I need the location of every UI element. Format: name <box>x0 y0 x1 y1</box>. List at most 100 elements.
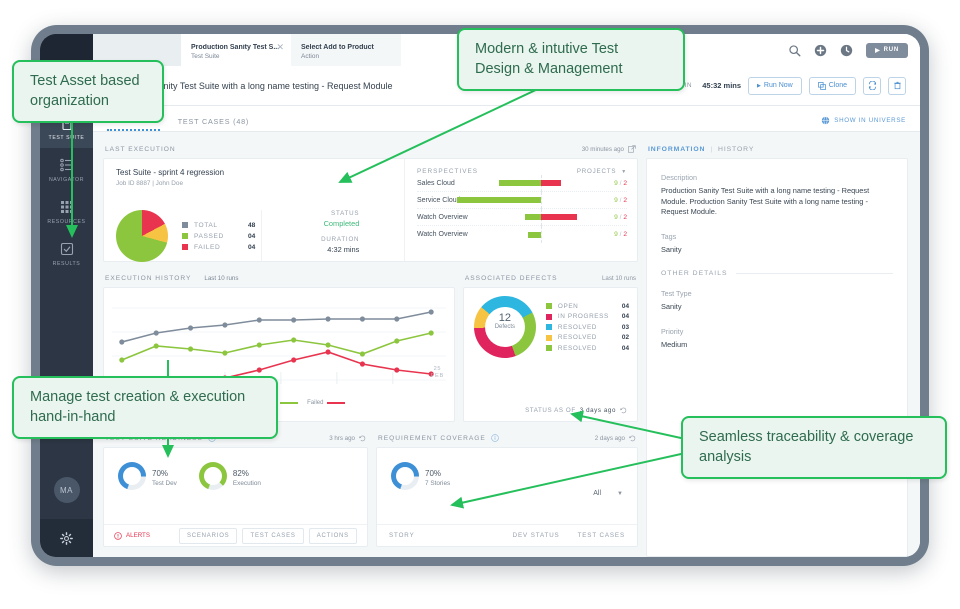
last-execution-updated: 30 minutes ago <box>582 145 636 153</box>
perspective-row[interactable]: Watch Overview 9 / 2 <box>417 208 627 226</box>
legend-label: FAILED <box>194 243 221 251</box>
sidebar-label-results: RESULTS <box>52 261 81 267</box>
close-icon[interactable]: ✕ <box>276 43 284 52</box>
perspective-bars <box>483 174 599 192</box>
show-in-universe-link[interactable]: SHOW IN UNIVERSE <box>821 116 906 125</box>
coverage-card: 70% 7 Stories All ▼ STORY DEV STATUS TES… <box>376 447 638 547</box>
readiness-chips: SCENARIOS TEST CASES ACTIONS <box>178 527 357 544</box>
navigator-icon <box>59 158 73 172</box>
readiness-updated-value: 3 hrs ago <box>329 434 355 442</box>
perspective-row[interactable]: Sales Cloud 9 / 2 <box>417 174 627 192</box>
add-icon[interactable] <box>814 44 827 57</box>
refresh-icon[interactable] <box>620 407 627 414</box>
legend-value: 02 <box>621 334 629 341</box>
execution-history-header: EXECUTION HISTORY Last 10 runs <box>103 269 455 287</box>
gauge-text: 70% 7 Stories <box>425 465 450 488</box>
legend-value: 04 <box>248 232 256 240</box>
gauge-unit: % <box>433 469 442 478</box>
gauge-number: 70 <box>425 469 434 478</box>
sync-button[interactable] <box>863 76 881 95</box>
sidebar-item-resources[interactable]: RESOURCES <box>40 190 93 232</box>
perspective-row[interactable]: Service Cloud 9 / 2 <box>417 191 627 209</box>
perspective-bars <box>483 226 599 243</box>
tags-label: Tags <box>661 232 677 242</box>
avatar[interactable]: MA <box>53 477 80 503</box>
x-tick-day: 25 <box>433 366 442 372</box>
tab-select-add-to-product[interactable]: Select Add to Product Action <box>291 34 401 66</box>
legend-swatch <box>545 303 552 309</box>
chip-actions[interactable]: ACTIONS <box>308 527 357 544</box>
run-button[interactable]: ▶ RUN <box>866 42 908 58</box>
chevron-down-icon: ▼ <box>621 168 627 175</box>
info-panel: INFORMATION | HISTORY Description Produc… <box>646 140 908 557</box>
last-execution-stats: TOTAL 48 PASSED 04 FAILED 04 STATUS Comp… <box>116 194 394 278</box>
legend-label: RESOLVED <box>557 334 598 341</box>
gauge-test-dev: 70% Test Dev <box>118 462 177 490</box>
status-as-of-value: 3 days ago <box>579 407 616 414</box>
sidebar-item-navigator[interactable]: NAVIGATOR <box>40 148 93 190</box>
bar-passed <box>528 231 541 238</box>
legend-row: TOTAL 48 <box>182 222 255 229</box>
settings-button[interactable] <box>40 519 93 557</box>
show-in-universe-label: SHOW IN UNIVERSE <box>834 117 906 124</box>
description-group: Description Production Sanity Test Suite… <box>661 173 893 218</box>
legend-row: PASSED 04 <box>182 233 255 240</box>
x-tick-month: FEB <box>430 372 444 379</box>
resources-icon <box>60 201 73 213</box>
x-axis-last-tick: 25 FEB <box>431 366 444 379</box>
clone-button[interactable]: Clone <box>808 76 856 95</box>
alert-icon <box>114 531 122 540</box>
search-icon[interactable] <box>788 44 801 57</box>
perspective-bars <box>457 191 599 209</box>
sidebar-label-resources: RESOURCES <box>47 219 86 225</box>
tab-production-sanity-test-suite[interactable]: Production Sanity Test S... Test Suite ✕ <box>181 34 291 66</box>
tab-information[interactable]: INFORMATION <box>648 146 705 153</box>
legend-value: 04 <box>248 243 256 251</box>
last-execution-meta: Job ID 8887 | John Doe <box>116 180 184 187</box>
status-as-of-label: STATUS AS OF <box>525 407 576 414</box>
gauge-unit: % <box>241 469 249 478</box>
legend-line <box>280 402 299 404</box>
sidebar-item-results[interactable]: RESULTS <box>40 232 93 274</box>
legend-swatch <box>545 345 552 351</box>
chip-test-cases[interactable]: TEST CASES <box>242 527 304 544</box>
gauge-value: 70% <box>152 465 177 478</box>
readiness-gauges: 70% Test Dev 82% Execution <box>104 448 367 490</box>
perspective-counts: 9 / 2 <box>614 231 627 238</box>
perspective-row[interactable]: Watch Overview 9 / 2 <box>417 226 627 243</box>
gauge-number: 70 <box>152 469 161 478</box>
associated-defects-title: ASSOCIATED DEFECTS <box>464 274 558 282</box>
chip-scenarios[interactable]: SCENARIOS <box>178 527 238 544</box>
defects-body: 12 Defects OPEN 04 IN PROGRESS 04 RESOLV… <box>473 296 629 358</box>
gauge-label: Execution <box>232 480 261 487</box>
legend-value: 04 <box>621 344 629 352</box>
clone-icon <box>817 81 826 90</box>
priority-label: Priority <box>661 326 684 336</box>
priority-value: Medium <box>661 339 688 349</box>
run-now-button[interactable]: ▶ Run Now <box>748 76 802 95</box>
progress-ring <box>118 462 146 490</box>
external-link-icon[interactable] <box>628 145 636 153</box>
test-type-value: Sanity <box>661 301 682 311</box>
legend-row: FAILED 04 <box>182 244 255 251</box>
coverage-header: REQUIREMENT COVERAGE 2 days ago <box>376 429 638 447</box>
execution-status-block: STATUS Completed DURATION 4:32 mins <box>261 210 369 262</box>
info-icon[interactable] <box>491 434 499 442</box>
coverage-filter-dropdown[interactable]: All ▼ <box>593 490 623 497</box>
delete-button[interactable] <box>888 76 906 95</box>
refresh-icon[interactable] <box>629 435 636 442</box>
sidebar-label-test-suite: TEST SUITE <box>48 135 85 141</box>
progress-ring <box>198 462 227 490</box>
gauge-unit: % <box>160 469 169 478</box>
alerts-indicator[interactable]: ALERTS <box>114 531 150 540</box>
legend-line <box>327 402 346 404</box>
perspective-name: Sales Cloud <box>417 179 455 187</box>
content-tab-bar: DASHBOARD TEST CASES (48) SHOW IN UNIVER… <box>93 106 920 132</box>
tab-history[interactable]: HISTORY <box>718 146 754 153</box>
history-icon[interactable] <box>840 44 853 57</box>
refresh-icon[interactable] <box>359 435 366 442</box>
coverage-table-header: STORY DEV STATUS TEST CASES <box>377 524 637 546</box>
tab-test-cases[interactable]: TEST CASES (48) <box>178 117 249 131</box>
gauge-label: Test Dev <box>152 480 177 487</box>
legend-swatch <box>182 233 188 239</box>
